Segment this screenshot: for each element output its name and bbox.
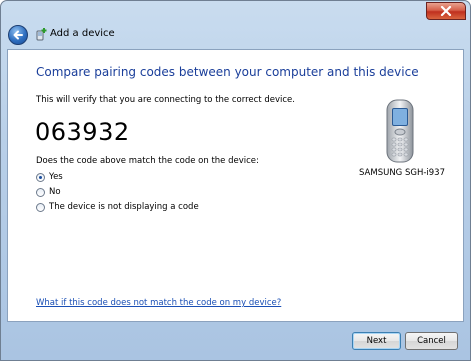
page-heading: Compare pairing codes between your compu… — [36, 65, 419, 79]
radio-no[interactable] — [36, 187, 45, 197]
close-icon — [440, 6, 452, 16]
window-title: Add a device — [50, 28, 115, 39]
pairing-code: 063932 — [35, 118, 130, 146]
option-not-displaying-label: The device is not displaying a code — [49, 202, 199, 212]
radio-yes[interactable] — [36, 172, 45, 182]
close-button[interactable] — [426, 2, 466, 20]
option-not-displaying[interactable]: The device is not displaying a code — [36, 200, 199, 214]
radio-not-displaying[interactable] — [36, 202, 45, 212]
add-device-icon — [36, 28, 47, 41]
title-bar: Add a device — [1, 1, 470, 49]
content-panel: Compare pairing codes between your compu… — [7, 49, 464, 322]
back-button[interactable] — [8, 25, 28, 45]
page-description: This will verify that you are connecting… — [36, 95, 295, 105]
option-yes-label: Yes — [49, 172, 63, 182]
code-mismatch-help-link[interactable]: What if this code does not match the cod… — [36, 298, 281, 308]
next-button[interactable]: Next — [352, 332, 401, 350]
cancel-button[interactable]: Cancel — [405, 332, 458, 350]
mobile-phone-icon — [386, 99, 414, 163]
match-question: Does the code above match the code on th… — [36, 156, 259, 166]
device-name: SAMSUNG SGH-i937 — [359, 168, 445, 178]
option-yes[interactable]: Yes — [36, 170, 63, 184]
option-no-label: No — [49, 187, 61, 197]
add-device-window: Add a device Compare pairing codes betwe… — [0, 0, 471, 361]
back-arrow-icon — [13, 30, 23, 40]
option-no[interactable]: No — [36, 185, 61, 199]
